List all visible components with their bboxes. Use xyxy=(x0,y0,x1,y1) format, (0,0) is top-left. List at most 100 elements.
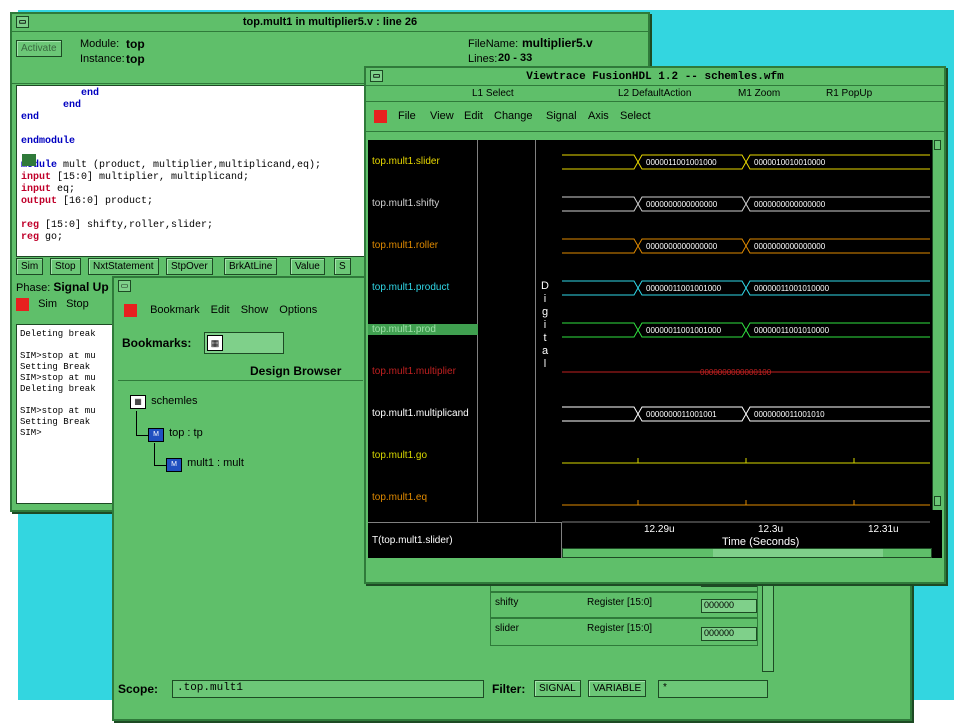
waveform-trace[interactable]: 0000000000000000 0000000000000000 xyxy=(562,196,930,212)
signal-type: Register [15:0] xyxy=(587,623,653,634)
module-value: top xyxy=(126,37,145,51)
menu-select[interactable]: Select xyxy=(620,110,651,122)
code-line: output [16:0] product; xyxy=(21,196,369,208)
break-at-line-button[interactable]: BrkAtLine xyxy=(224,258,278,275)
bus-value-label: 0000010010010000 xyxy=(754,158,826,167)
bookmarks-field[interactable]: ▦ xyxy=(204,332,284,354)
waveform-trace[interactable] xyxy=(562,458,930,464)
waveform-trace[interactable]: 0000000000000100 xyxy=(562,368,930,377)
tree-item-mult1[interactable]: M mult1 : mult xyxy=(166,457,244,472)
simulator-console[interactable]: Deleting break SIM>stop at mu Setting Bre… xyxy=(16,324,126,504)
activate-button[interactable]: Activate xyxy=(16,40,62,57)
code-token: output xyxy=(21,196,58,207)
menu-edit[interactable]: Edit xyxy=(464,110,483,122)
tree-item-top[interactable]: M top : tp xyxy=(148,427,203,442)
window-menu-icon[interactable]: ▭ xyxy=(16,16,29,28)
next-statement-button[interactable]: NxtStatement xyxy=(88,258,159,275)
tree-item-schemles[interactable]: ▦ schemles xyxy=(130,395,198,409)
window-menu-icon[interactable]: ▭ xyxy=(370,70,383,82)
design-tree: ▦ schemles M top : tp M mult1 : mult xyxy=(118,380,363,680)
code-token: end xyxy=(21,112,40,123)
menu-options[interactable]: Options xyxy=(279,304,317,316)
waveform-plot[interactable]: 0000011001001000 0000010010010000 00000000… xyxy=(368,140,942,558)
sim-button[interactable]: Sim xyxy=(16,258,44,275)
console-line: Deleting break xyxy=(20,329,96,339)
scroll-thumb[interactable] xyxy=(713,549,883,557)
menu-axis[interactable]: Axis xyxy=(588,110,609,122)
window-menu-icon[interactable]: ▭ xyxy=(118,280,131,292)
more-button[interactable]: S xyxy=(334,258,351,275)
menu-file[interactable]: File xyxy=(398,110,416,122)
waveform-trace[interactable]: 0000000011001001 0000000011001010 xyxy=(562,406,930,422)
menu-edit[interactable]: Edit xyxy=(211,304,230,316)
instance-label: Instance: xyxy=(80,53,125,65)
menu-show[interactable]: Show xyxy=(241,304,269,316)
filename-value: multiplier5.v xyxy=(522,36,593,50)
code-token: [16:0] product; xyxy=(57,196,154,207)
scope-row: Scope: xyxy=(118,682,158,696)
waveform-trace[interactable]: 00000011001001000 00000011001010000 xyxy=(562,322,930,338)
hint-l1: L1 Select xyxy=(472,88,514,99)
console-stop-button[interactable]: Stop xyxy=(66,298,89,310)
module-icon: M xyxy=(148,428,164,442)
menu-view[interactable]: View xyxy=(430,110,454,122)
bus-value-label: 00000011001010000 xyxy=(754,326,830,335)
waveform-trace[interactable]: 00000011001001000 00000011001010000 xyxy=(562,280,930,296)
design-browser-title: Design Browser xyxy=(250,364,342,378)
scroll-up-icon[interactable] xyxy=(934,140,941,150)
menu-bookmark[interactable]: Bookmark xyxy=(150,304,200,316)
instance-value: top xyxy=(126,52,145,66)
trace-segment xyxy=(562,280,930,296)
waveform-trace[interactable]: 0000011001001000 0000010010010000 xyxy=(562,154,930,170)
table-row[interactable]: slider Register [15:0] 000000 xyxy=(490,618,758,646)
signal-value: 000000 xyxy=(701,599,757,613)
code-line: reg go; xyxy=(21,232,369,244)
lines-label: Lines: xyxy=(468,53,498,65)
filter-signal-button[interactable]: SIGNAL xyxy=(534,680,581,697)
time-tick-label: 12.31u xyxy=(868,524,899,535)
scroll-down-icon[interactable] xyxy=(934,496,941,506)
waveform-trace[interactable] xyxy=(562,500,930,506)
phase-label: Phase: xyxy=(16,282,51,294)
menu-change[interactable]: Change xyxy=(494,110,533,122)
stop-button[interactable]: Stop xyxy=(50,258,81,275)
console-line: Deleting break xyxy=(20,384,96,394)
step-over-button[interactable]: StpOver xyxy=(166,258,213,275)
waveform-pane[interactable]: top.mult1.slider top.mult1.shifty top.mult… xyxy=(368,140,942,558)
code-token: reg xyxy=(21,232,40,243)
breakpoint-icon[interactable] xyxy=(22,154,36,166)
bus-value-label: 00000011001001000 xyxy=(646,326,722,335)
horizontal-scrollbar[interactable] xyxy=(562,548,932,558)
source-code-view[interactable]: end end end endmodule module mult (product,… xyxy=(16,85,374,257)
code-token: input xyxy=(21,184,52,195)
trace-segment xyxy=(562,406,930,422)
mouse-hint-bar: L1 Select L2 DefaultAction M1 Zoom R1 Po… xyxy=(366,86,944,102)
filter-input[interactable]: * xyxy=(658,680,768,698)
filter-variable-button[interactable]: VARIABLE xyxy=(588,680,647,697)
time-tick-label: 12.3u xyxy=(758,524,784,535)
console-toolbar: Sim Stop xyxy=(16,298,89,311)
table-row[interactable]: shifty Register [15:0] 000000 xyxy=(490,592,758,618)
waveform-trace[interactable]: 0000000000000000 0000000000000000 xyxy=(562,238,930,254)
vertical-scrollbar[interactable] xyxy=(932,140,942,510)
code-line: reg [15:0] shifty,roller,slider; xyxy=(21,220,369,232)
console-sim-button[interactable]: Sim xyxy=(38,298,57,310)
signal-value: 000000 xyxy=(701,627,757,641)
tree-label: schemles xyxy=(151,395,198,407)
code-line: endmodule xyxy=(21,136,369,148)
console-line: SIM> xyxy=(20,428,42,438)
bookmarks-label: Bookmarks: xyxy=(122,336,192,350)
value-button[interactable]: Value xyxy=(290,258,325,275)
bus-value-label: 0000000000000000 xyxy=(754,242,826,251)
trace-segment xyxy=(562,322,930,338)
viewtrace-window: ▭ Viewtrace FusionHDL 1.2 -- schemles.wf… xyxy=(364,66,946,584)
code-token: reg xyxy=(21,220,40,231)
console-line: SIM>stop at mu xyxy=(20,351,96,361)
menu-signal[interactable]: Signal xyxy=(546,110,577,122)
hierarchy-icon: ▦ xyxy=(130,395,146,409)
scope-input[interactable]: .top.mult1 xyxy=(172,680,484,698)
bus-value-label: 0000000000000000 xyxy=(646,200,718,209)
